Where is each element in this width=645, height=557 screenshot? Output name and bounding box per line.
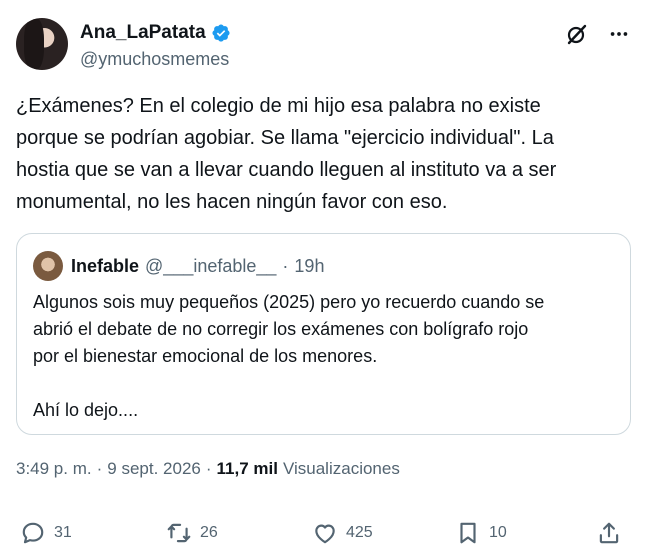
quoted-meta-separator: · <box>282 256 289 276</box>
quoted-tweet-time[interactable]: 19h <box>294 254 324 278</box>
top-icons <box>565 22 631 46</box>
author-handle[interactable]: @ymuchosmemes <box>80 48 229 70</box>
reply-button[interactable]: 31 <box>20 520 72 546</box>
more-icon[interactable] <box>607 22 631 46</box>
action-bar: 31 26 425 10 <box>20 520 630 552</box>
verified-badge-icon <box>212 24 230 42</box>
quoted-tweet[interactable]: Inefable @___inefable__ · 19h Algunos so… <box>16 233 631 435</box>
reply-icon <box>22 522 44 544</box>
meta-separator: · <box>96 459 103 478</box>
views-label: Visualizaciones <box>282 459 400 478</box>
grok-icon[interactable] <box>565 22 589 46</box>
tweet-meta-row: 3:49 p. m. · 9 sept. 2026 · 11,7 mil Vis… <box>16 458 400 480</box>
bookmark-count: 10 <box>489 524 507 541</box>
tweet-date[interactable]: 9 sept. 2026 <box>107 458 201 480</box>
tweet-text: ¿Exámenes? En el colegio de mi hijo esa … <box>16 95 557 213</box>
quoted-author-handle[interactable]: @___inefable__ <box>145 254 276 278</box>
retweet-count: 26 <box>200 524 218 541</box>
quoted-author-display-name[interactable]: Inefable <box>71 254 139 278</box>
share-button[interactable] <box>596 520 622 546</box>
author-display-name[interactable]: Ana_LaPatata <box>80 21 206 45</box>
retweet-icon <box>167 523 191 543</box>
heart-icon <box>315 524 335 544</box>
reply-count: 31 <box>54 524 72 541</box>
bookmark-icon <box>460 522 476 544</box>
retweet-button[interactable]: 26 <box>166 520 218 546</box>
quoted-tweet-header: Inefable @___inefable__ · 19h <box>71 254 324 278</box>
like-count: 425 <box>346 524 373 541</box>
author-display-name-row[interactable]: Ana_LaPatata <box>80 21 231 45</box>
like-button[interactable]: 425 <box>312 520 373 546</box>
meta-separator: · <box>205 459 212 478</box>
views-count: 11,7 mil <box>216 459 278 478</box>
quoted-tweet-text: Algunos sois muy pequeños (2025) pero yo… <box>33 292 545 420</box>
share-icon <box>599 522 619 544</box>
tweet-time[interactable]: 3:49 p. m. <box>16 458 92 480</box>
author-avatar[interactable] <box>16 18 68 70</box>
bookmark-button[interactable]: 10 <box>455 520 507 546</box>
quoted-author-avatar[interactable] <box>33 251 63 281</box>
